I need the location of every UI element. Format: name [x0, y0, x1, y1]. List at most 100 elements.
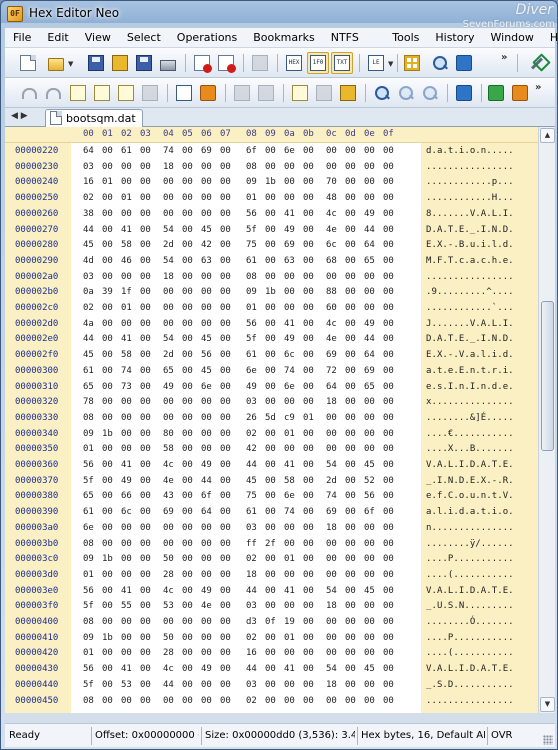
menu-bookmarks[interactable]: Bookmarks: [245, 28, 322, 48]
hex-byte[interactable]: 00: [326, 539, 337, 549]
zoom-button[interactable]: [371, 82, 393, 104]
save-all-button[interactable]: [133, 52, 155, 74]
hex-byte[interactable]: 00: [265, 397, 276, 407]
hex-byte[interactable]: 45: [201, 366, 212, 376]
hex-byte[interactable]: 01: [121, 193, 132, 203]
hex-byte[interactable]: 00: [163, 319, 174, 329]
hex-byte[interactable]: 54: [163, 225, 174, 235]
hex-byte[interactable]: 00: [102, 209, 113, 219]
hex-byte[interactable]: 01: [284, 554, 295, 564]
row-ascii[interactable]: d.a.t.i.o.n.....: [426, 146, 514, 156]
vertical-scrollbar[interactable]: ▲ ▼: [538, 127, 555, 713]
hex-byte[interactable]: 00: [140, 633, 151, 643]
hex-byte[interactable]: 00: [102, 617, 113, 627]
hex-byte[interactable]: 18: [246, 570, 257, 580]
hex-byte[interactable]: 00: [326, 554, 337, 564]
hex-byte[interactable]: 00: [182, 397, 193, 407]
hex-byte[interactable]: 00: [220, 397, 231, 407]
hex-byte[interactable]: 01: [121, 303, 132, 313]
hex-byte[interactable]: 01: [83, 648, 94, 658]
hex-byte[interactable]: 1f: [121, 287, 132, 297]
tool-button[interactable]: [453, 82, 475, 104]
hex-byte[interactable]: 00: [303, 382, 314, 392]
row-ascii[interactable]: e.f.C.o.u.n.t.V.: [426, 491, 514, 501]
hex-byte[interactable]: 64: [364, 240, 375, 250]
row-ascii[interactable]: ........Ó.......: [426, 617, 514, 627]
scroll-thumb[interactable]: [541, 301, 554, 451]
hex-byte[interactable]: 00: [163, 617, 174, 627]
hex-byte[interactable]: 00: [140, 193, 151, 203]
menu-help[interactable]: Help: [542, 28, 557, 48]
hex-byte[interactable]: 00: [201, 444, 212, 454]
hex-byte[interactable]: 00: [121, 272, 132, 282]
hex-byte[interactable]: 00: [345, 648, 356, 658]
hex-byte[interactable]: 00: [364, 177, 375, 187]
hex-byte[interactable]: 49: [364, 319, 375, 329]
hex-byte[interactable]: 00: [140, 491, 151, 501]
hex-byte[interactable]: 00: [284, 177, 295, 187]
hex-byte[interactable]: 00: [383, 696, 394, 706]
hex-byte[interactable]: 28: [163, 570, 174, 580]
hex-byte[interactable]: 00: [182, 319, 193, 329]
hex-byte[interactable]: 00: [220, 303, 231, 313]
copy-button[interactable]: [115, 82, 137, 104]
hex-byte[interactable]: 00: [220, 523, 231, 533]
hex-byte[interactable]: 56: [201, 350, 212, 360]
hex-byte[interactable]: 00: [140, 680, 151, 690]
hex-byte[interactable]: 00: [220, 429, 231, 439]
row-ascii[interactable]: _.I.N.D.E.X.-.R.: [426, 476, 514, 486]
hex-byte[interactable]: 00: [265, 366, 276, 376]
fill-button[interactable]: [289, 82, 311, 104]
hex-byte[interactable]: 00: [383, 397, 394, 407]
hex-byte[interactable]: 5f: [246, 334, 257, 344]
hex-byte[interactable]: 00: [303, 366, 314, 376]
hex-byte[interactable]: 1b: [265, 287, 276, 297]
hex-byte[interactable]: 45: [83, 240, 94, 250]
hex-byte[interactable]: 00: [140, 523, 151, 533]
hex-byte[interactable]: 00: [364, 523, 375, 533]
hex-byte[interactable]: 00: [326, 162, 337, 172]
hex-byte[interactable]: 74: [284, 507, 295, 517]
hex-byte[interactable]: 00: [182, 334, 193, 344]
hex-byte[interactable]: 00: [163, 193, 174, 203]
hex-byte[interactable]: 00: [140, 539, 151, 549]
hex-byte[interactable]: 69: [326, 507, 337, 517]
hex-byte[interactable]: 00: [201, 397, 212, 407]
hex-byte[interactable]: 00: [201, 209, 212, 219]
hex-byte[interactable]: 6e: [284, 382, 295, 392]
hex-byte[interactable]: 00: [201, 429, 212, 439]
hex-byte[interactable]: 00: [303, 350, 314, 360]
hex-byte[interactable]: 6c: [121, 507, 132, 517]
hex-byte[interactable]: 00: [345, 193, 356, 203]
hex-byte[interactable]: 44: [246, 586, 257, 596]
hex-byte[interactable]: 00: [364, 429, 375, 439]
hex-byte[interactable]: 00: [284, 539, 295, 549]
hex-byte[interactable]: 00: [345, 617, 356, 627]
hex-byte[interactable]: 18: [163, 162, 174, 172]
hex-byte[interactable]: 5d: [265, 413, 276, 423]
hex-byte[interactable]: 00: [383, 319, 394, 329]
hex-byte[interactable]: 58: [121, 240, 132, 250]
hex-byte[interactable]: 00: [364, 539, 375, 549]
hex-byte[interactable]: 00: [265, 491, 276, 501]
hex-byte[interactable]: 00: [140, 413, 151, 423]
hex-byte[interactable]: 00: [364, 413, 375, 423]
hex-byte[interactable]: 00: [303, 680, 314, 690]
hex-byte[interactable]: 00: [163, 303, 174, 313]
hex-byte[interactable]: 00: [383, 162, 394, 172]
hex-byte[interactable]: 00: [265, 648, 276, 658]
hex-byte[interactable]: 45: [201, 225, 212, 235]
hex-byte[interactable]: 00: [345, 570, 356, 580]
hex-byte[interactable]: 00: [201, 177, 212, 187]
hex-byte[interactable]: 00: [326, 633, 337, 643]
hex-byte[interactable]: 00: [265, 696, 276, 706]
hex-byte[interactable]: 00: [102, 303, 113, 313]
hex-byte[interactable]: 00: [303, 539, 314, 549]
hex-byte[interactable]: 00: [163, 209, 174, 219]
hex-byte[interactable]: 00: [220, 240, 231, 250]
hex-byte[interactable]: 58: [284, 476, 295, 486]
hex-byte[interactable]: 75: [246, 491, 257, 501]
hex-byte[interactable]: 00: [121, 444, 132, 454]
hex-byte[interactable]: 54: [163, 256, 174, 266]
hex-byte[interactable]: 00: [345, 554, 356, 564]
